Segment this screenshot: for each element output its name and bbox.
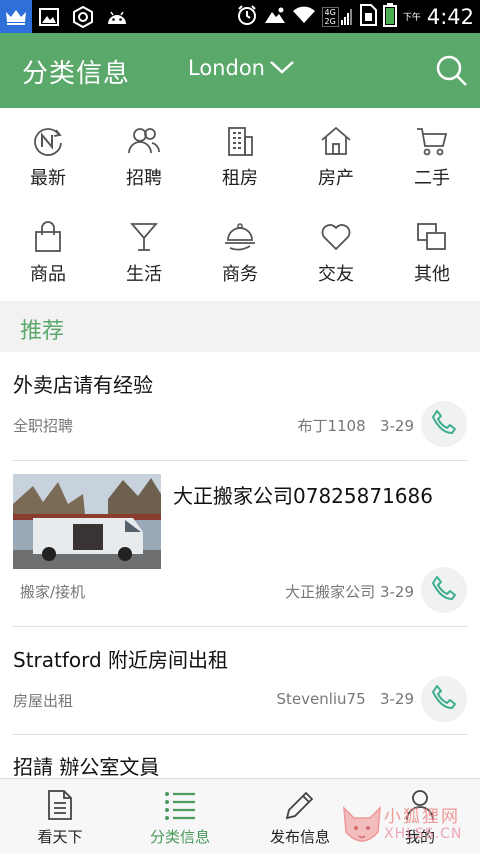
chevron-down-icon [269, 56, 295, 80]
search-button[interactable] [436, 55, 468, 87]
house-icon [319, 124, 353, 158]
category-goods[interactable]: 商品 [0, 204, 96, 300]
nav-label: 发布信息 [269, 828, 330, 846]
listing-thumbnail [13, 474, 161, 569]
listing-author: 大正搬家公司 [285, 583, 376, 601]
cart-icon [415, 124, 449, 158]
building-icon [223, 124, 257, 158]
people-icon [127, 124, 161, 158]
listing-title: 招請 辦公室文員 [13, 755, 160, 778]
android-icon [100, 0, 134, 33]
document-icon [44, 788, 76, 822]
phone-icon [431, 409, 457, 439]
app-header: 分类信息 London [0, 33, 480, 108]
nav-classifieds[interactable]: 分类信息 [120, 779, 240, 853]
phone-icon [431, 684, 457, 714]
alarm-icon [236, 4, 258, 30]
wifi-icon [292, 6, 316, 28]
call-button[interactable] [421, 676, 467, 722]
ampm-label: 下午 [402, 13, 421, 23]
category-label: 最新 [30, 168, 66, 189]
category-rent[interactable]: 租房 [192, 108, 288, 204]
pencil-icon [284, 788, 316, 822]
category-label: 商品 [30, 264, 66, 285]
category-secondhand[interactable]: 二手 [384, 108, 480, 204]
category-label: 房产 [318, 168, 354, 189]
listing-date: 3-29 [379, 417, 414, 435]
listing-category: 搬家/接机 [20, 583, 86, 601]
listing-meta: Stevenliu75 3-29 [276, 690, 414, 708]
settings-notification-icon [66, 0, 100, 33]
category-property[interactable]: 房产 [288, 108, 384, 204]
category-jobs[interactable]: 招聘 [96, 108, 192, 204]
fox-logo-icon [340, 802, 384, 853]
listing-date: 3-29 [379, 583, 414, 601]
category-business[interactable]: 商务 [192, 204, 288, 300]
signal-icon: 4G 2G [321, 6, 353, 27]
bag-icon [31, 220, 65, 254]
listing-title: 外卖店请有经验 [13, 373, 153, 397]
category-label: 其他 [414, 264, 450, 285]
heart-icon [319, 220, 353, 254]
listing-date: 3-29 [379, 690, 414, 708]
category-grid: 最新 招聘 租房 房产 二手 商品 生活 商务 交友 其他 [0, 108, 480, 301]
nav-label: 看天下 [37, 828, 83, 846]
image-notification-icon [32, 0, 66, 33]
list-item[interactable]: 招請 辦公室文員 [0, 735, 480, 778]
recommend-section-header: 推荐 [0, 301, 480, 352]
search-icon [436, 55, 468, 91]
city-label: London [188, 56, 265, 80]
listing-title: 大正搬家公司07825871686 [173, 484, 433, 508]
listing-author: 布丁1108 [297, 417, 366, 435]
category-label: 商务 [222, 264, 258, 285]
category-label: 租房 [222, 168, 258, 189]
weather-icon [264, 6, 286, 28]
squares-icon [415, 220, 449, 254]
cocktail-icon [127, 220, 161, 254]
watermark: 小狐狸网 XHLSS.CN [340, 800, 480, 853]
category-latest[interactable]: 最新 [0, 108, 96, 204]
sim-icon [359, 3, 377, 30]
list-icon [164, 788, 196, 822]
new-icon [31, 124, 65, 158]
category-label: 生活 [126, 264, 162, 285]
recommend-title: 推荐 [20, 319, 65, 344]
list-item[interactable]: 外卖店请有经验 全职招聘 布丁1108 3-29 [0, 352, 480, 461]
category-dating[interactable]: 交友 [288, 204, 384, 300]
clock-time: 4:42 [426, 4, 474, 29]
call-button[interactable] [421, 567, 467, 613]
listing-author: Stevenliu75 [276, 690, 366, 708]
listing-meta: 布丁1108 3-29 [297, 415, 414, 436]
phone-icon [431, 575, 457, 605]
nav-news[interactable]: 看天下 [0, 779, 120, 853]
page-title: 分类信息 [22, 59, 131, 89]
watermark-url: XHLSS.CN [384, 826, 463, 842]
category-label: 招聘 [126, 168, 162, 189]
call-button[interactable] [421, 401, 467, 447]
status-bar: 4G 2G 下午 4:42 [0, 0, 480, 33]
cloche-icon [223, 220, 257, 254]
list-item[interactable]: Stratford 附近房间出租 房屋出租 Stevenliu75 3-29 [0, 627, 480, 735]
crown-app-icon [0, 0, 32, 33]
list-item[interactable]: 大正搬家公司07825871686 搬家/接机 大正搬家公司 3-29 [0, 461, 480, 627]
category-life[interactable]: 生活 [96, 204, 192, 300]
city-selector[interactable]: London [188, 56, 295, 80]
listing-category: 全职招聘 [13, 417, 74, 435]
listing-meta: 大正搬家公司 3-29 [285, 581, 414, 602]
nav-label: 分类信息 [149, 828, 210, 846]
category-label: 交友 [318, 264, 354, 285]
category-other[interactable]: 其他 [384, 204, 480, 300]
listing-category: 房屋出租 [13, 692, 74, 710]
listing-title: Stratford 附近房间出租 [13, 648, 229, 672]
category-label: 二手 [414, 168, 450, 189]
battery-icon [382, 2, 397, 31]
watermark-text: 小狐狸网 [384, 807, 460, 827]
